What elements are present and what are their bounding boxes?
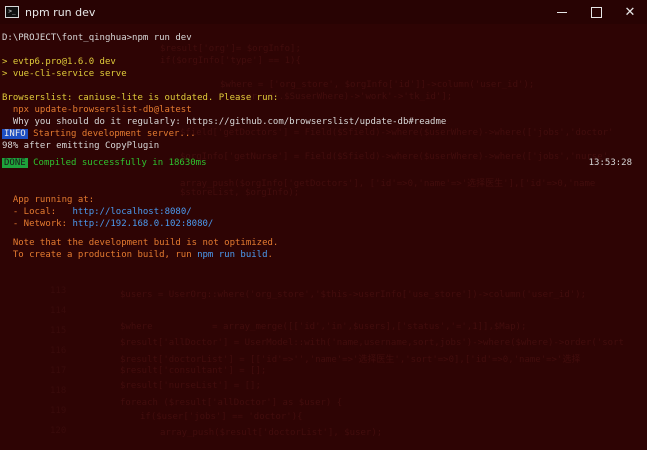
note-prefix: To create a production build, run [2,250,198,260]
done-badge: DONE [2,158,28,168]
maximize-button[interactable] [579,0,613,24]
info-badge: INFO [2,129,28,139]
window-title: npm run dev [25,5,96,19]
script-command: > vue-cli-service serve [2,69,127,79]
terminal-output[interactable]: D:\PROJECT\font_qinghua>npm run dev > ev… [0,24,647,450]
done-timestamp: 13:53:28 [588,158,632,168]
close-icon: ✕ [624,4,636,20]
vertical-scrollbar[interactable] [639,24,647,450]
terminal-icon: >_ [5,6,19,18]
close-button[interactable]: ✕ [613,0,647,24]
build-command: npm run build [197,250,268,260]
maximize-icon [590,6,602,18]
browserslist-why: Why you should do it regularly: https://… [2,117,447,127]
network-label: - Network: [2,219,73,229]
done-text: Compiled successfully in 18630ms [27,158,207,168]
note-line-2: To create a production build, run npm ru… [2,249,273,261]
note-line-1: Note that the development build is not o… [2,238,279,248]
local-url-line: - Local: http://localhost:8080/ [2,206,192,218]
info-text: Starting development server... [27,129,196,139]
terminal-window: $result['forms'] = db('form')->where('st… [0,0,647,450]
app-running-label: App running at: [2,195,95,205]
browserslist-command: npx update-browserslist-db@latest [2,105,192,115]
local-url-link[interactable]: http://localhost:8080/ [72,207,191,217]
minimize-button[interactable] [545,0,579,24]
browserslist-warning: Browserslist: caniuse-lite is outdated. … [2,93,279,103]
progress-line: 98% after emitting CopyPlugin [2,141,160,151]
done-line: DONE Compiled successfully in 18630ms 13:… [2,157,637,169]
minimize-icon [557,11,567,13]
command-prompt: D:\PROJECT\font_qinghua>npm run dev [2,33,192,43]
network-url-link[interactable]: http://192.168.0.102:8080/ [72,219,213,229]
network-url-line: - Network: http://192.168.0.102:8080/ [2,218,214,230]
script-header: > evtp6.pro@1.6.0 dev [2,57,116,67]
note-suffix: . [267,250,273,260]
local-label: - Local: [2,207,73,217]
info-line: INFO Starting development server... [2,128,196,140]
